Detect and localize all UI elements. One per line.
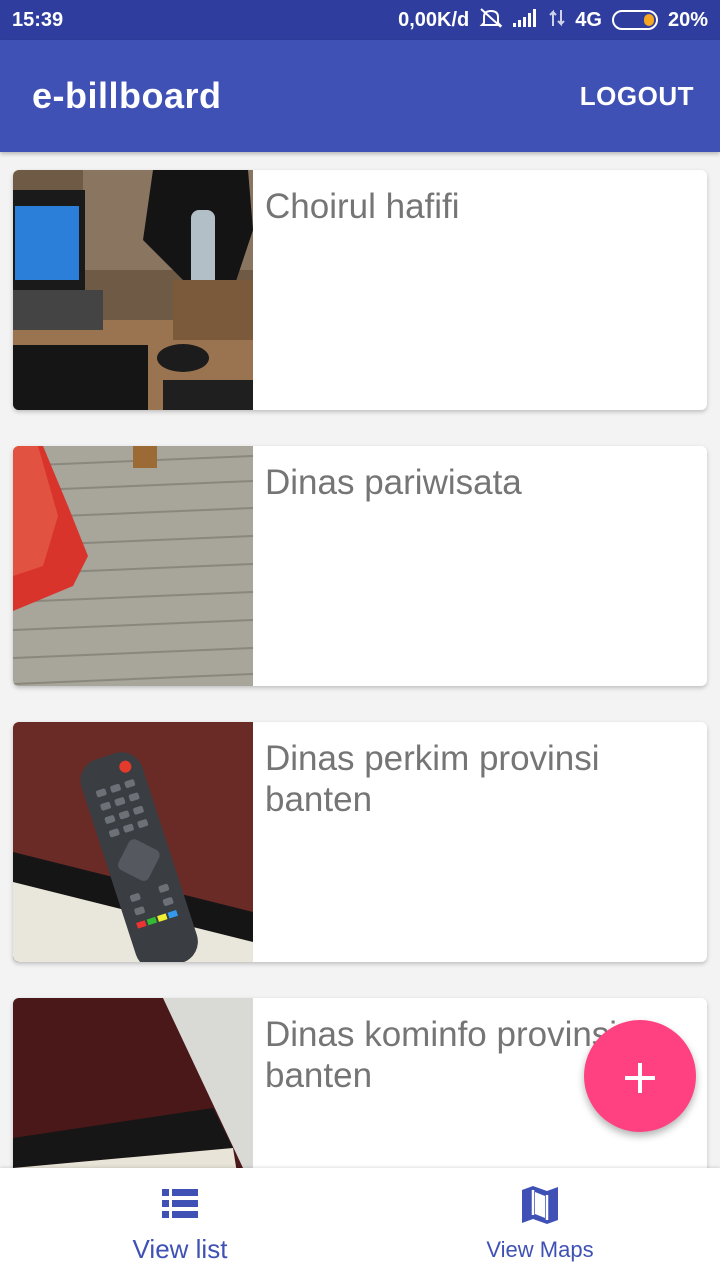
remote-control-photo	[13, 722, 253, 962]
list-icon	[162, 1184, 198, 1224]
status-bar: 15:39 0,00K/d 4G 20%	[0, 0, 720, 40]
mute-icon	[479, 7, 503, 34]
signal-icon	[513, 8, 539, 32]
wooden-floor-photo	[13, 446, 253, 686]
network-speed: 0,00K/d	[398, 8, 470, 31]
laptop-desk-photo	[13, 170, 253, 410]
nav-view-maps[interactable]: View Maps	[360, 1168, 720, 1280]
network-type: 4G	[575, 8, 602, 31]
item-name: Dinas pariwisata	[265, 463, 522, 502]
list-item[interactable]: Choirul hafifi	[13, 170, 707, 410]
list-item[interactable]: Dinas pariwisata	[13, 446, 707, 686]
status-icons: 0,00K/d 4G 20%	[398, 7, 708, 34]
nav-label: View Maps	[486, 1237, 594, 1262]
map-icon	[522, 1185, 558, 1225]
logout-button[interactable]: LOGOUT	[580, 81, 694, 112]
app-bar: e-billboard LOGOUT	[0, 40, 720, 152]
nav-label: View list	[132, 1233, 228, 1264]
fabric-photo	[13, 998, 253, 1168]
battery-icon	[611, 10, 658, 30]
item-name: Choirul hafifi	[265, 187, 460, 226]
billboard-list[interactable]: Choirul hafifi Dinas pariwisata Dinas pe…	[0, 152, 720, 1168]
status-time: 15:39	[12, 8, 64, 31]
item-name: Dinas perkim provinsi banten	[265, 739, 600, 819]
list-item[interactable]: Dinas perkim provinsi banten	[13, 722, 707, 962]
add-button[interactable]	[584, 1020, 696, 1132]
bottom-navigation: View list View Maps	[0, 1168, 720, 1280]
data-arrows-icon	[549, 8, 565, 33]
plus-icon	[625, 1046, 655, 1106]
app-title: e-billboard	[32, 75, 222, 116]
nav-view-list[interactable]: View list	[0, 1168, 360, 1280]
battery-percent: 20%	[667, 8, 708, 31]
